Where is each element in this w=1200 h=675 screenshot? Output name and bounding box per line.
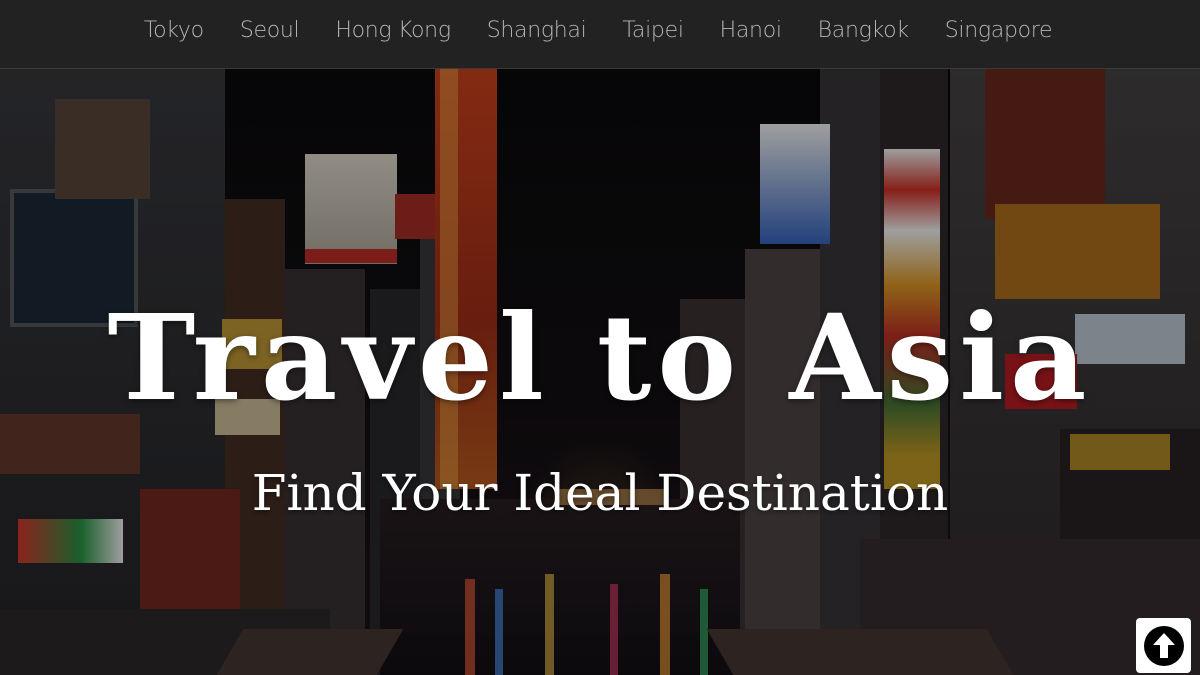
arrow-up-circle-icon <box>1143 625 1184 666</box>
page: Tokyo Seoul Hong Kong Shanghai Taipei Ha… <box>0 0 1200 675</box>
scroll-to-top-button[interactable] <box>1136 618 1191 673</box>
nav-item-hanoi[interactable]: Hanoi <box>702 18 800 43</box>
nav-item-bangkok[interactable]: Bangkok <box>800 18 927 43</box>
nav-item-taipei[interactable]: Taipei <box>604 18 701 43</box>
nav-item-hong-kong[interactable]: Hong Kong <box>317 18 468 43</box>
hero-title: Travel to Asia <box>107 288 1093 427</box>
hero-subtitle: Find Your Ideal Destination <box>251 464 949 522</box>
nav-item-singapore[interactable]: Singapore <box>927 18 1071 43</box>
top-navbar: Tokyo Seoul Hong Kong Shanghai Taipei Ha… <box>0 0 1200 69</box>
nav-item-seoul[interactable]: Seoul <box>222 18 318 43</box>
nav-item-shanghai[interactable]: Shanghai <box>469 18 605 43</box>
nav-item-tokyo[interactable]: Tokyo <box>126 18 222 43</box>
nav-list: Tokyo Seoul Hong Kong Shanghai Taipei Ha… <box>126 18 1071 43</box>
